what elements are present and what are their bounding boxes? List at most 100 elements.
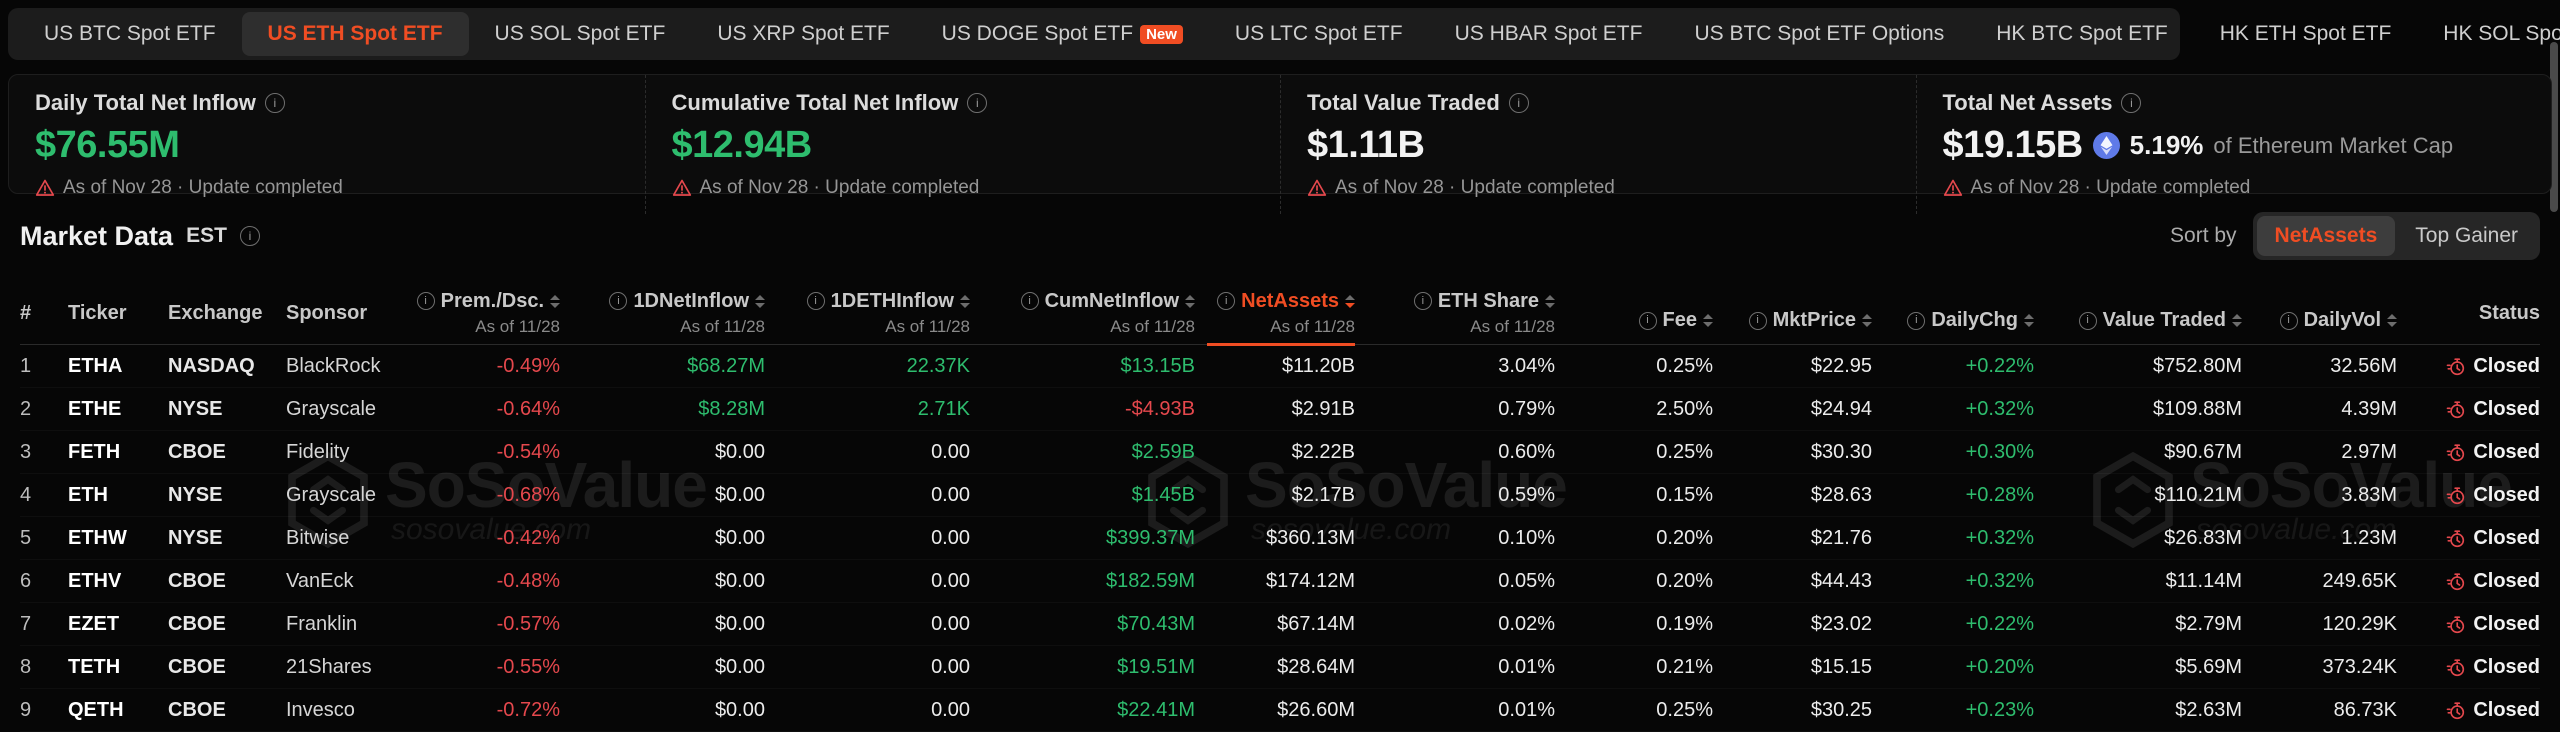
cell-d1_eth_inflow: 22.37K bbox=[765, 345, 970, 387]
tab-us-ltc-spot-etf[interactable]: US LTC Spot ETF bbox=[1209, 12, 1429, 56]
column-header-cum_net_inflow[interactable]: iCumNetInflowAs of 11/28 bbox=[970, 282, 1195, 344]
cell-value_traded: $109.88M bbox=[2034, 388, 2242, 430]
closed-clock-icon bbox=[2445, 571, 2466, 592]
cell-daily_chg: +0.22% bbox=[1872, 603, 2034, 645]
info-icon[interactable]: i bbox=[1217, 292, 1235, 310]
info-icon[interactable]: i bbox=[1749, 312, 1767, 330]
card-title: Total Net Assets bbox=[1943, 90, 2113, 116]
info-icon[interactable]: i bbox=[2280, 312, 2298, 330]
sort-carets-icon bbox=[2024, 314, 2034, 327]
cell-mkt_price: $24.94 bbox=[1713, 388, 1872, 430]
cell-daily_chg: +0.32% bbox=[1872, 517, 2034, 559]
table-row-qeth[interactable]: 9QETHCBOEInvesco-0.72%$0.000.00$22.41M$2… bbox=[20, 689, 2540, 732]
tab-label: US BTC Spot ETF Options bbox=[1694, 22, 1944, 46]
closed-clock-icon bbox=[2445, 528, 2466, 549]
cell-cum_net_inflow: $399.37M bbox=[970, 517, 1195, 559]
cell-value_traded: $11.14M bbox=[2034, 560, 2242, 602]
tab-us-eth-spot-etf[interactable]: US ETH Spot ETF bbox=[242, 12, 469, 56]
table-row-ethv[interactable]: 6ETHVCBOEVanEck-0.48%$0.000.00$182.59M$1… bbox=[20, 560, 2540, 603]
cell-fee: 0.25% bbox=[1555, 431, 1713, 473]
cell-status: Closed bbox=[2397, 345, 2540, 387]
sort-carets-icon bbox=[550, 295, 560, 308]
card-value: $76.55M bbox=[35, 124, 179, 167]
cell-daily_vol: 32.56M bbox=[2242, 345, 2397, 387]
cell-daily_vol: 3.83M bbox=[2242, 474, 2397, 516]
column-header-d1_eth_inflow[interactable]: i1DETHInflowAs of 11/28 bbox=[765, 282, 970, 344]
status-badge: Closed bbox=[2473, 527, 2540, 550]
sort-carets-icon bbox=[1185, 295, 1195, 308]
column-subtitle: As of 11/28 bbox=[1270, 317, 1355, 337]
warning-icon bbox=[1943, 178, 1963, 198]
section-title: Market Data bbox=[20, 221, 173, 252]
tab-hk-eth-spot-etf[interactable]: HK ETH Spot ETF bbox=[2194, 12, 2418, 56]
column-header-eth_share[interactable]: iETH ShareAs of 11/28 bbox=[1355, 282, 1555, 344]
column-header-num: # bbox=[20, 282, 68, 344]
cell-cum_net_inflow: $1.45B bbox=[970, 474, 1195, 516]
column-subtitle: As of 11/28 bbox=[885, 317, 970, 337]
cell-cum_net_inflow: $22.41M bbox=[970, 689, 1195, 731]
status-badge: Closed bbox=[2473, 398, 2540, 421]
tab-label: US LTC Spot ETF bbox=[1235, 22, 1403, 46]
sort-carets-icon bbox=[1545, 295, 1555, 308]
tab-us-sol-spot-etf[interactable]: US SOL Spot ETF bbox=[469, 12, 692, 56]
tab-us-doge-spot-etf[interactable]: US DOGE Spot ETFNew bbox=[916, 12, 1209, 56]
column-header-net_assets[interactable]: iNetAssetsAs of 11/28 bbox=[1195, 282, 1355, 344]
closed-clock-icon bbox=[2445, 399, 2466, 420]
info-icon[interactable]: i bbox=[417, 292, 435, 310]
info-icon[interactable]: i bbox=[1509, 93, 1529, 113]
cell-daily_vol: 1.23M bbox=[2242, 517, 2397, 559]
sort-option-top-gainer[interactable]: Top Gainer bbox=[2397, 216, 2536, 256]
cell-sponsor: VanEck bbox=[286, 560, 430, 602]
table-row-ezet[interactable]: 7EZETCBOEFranklin-0.57%$0.000.00$70.43M$… bbox=[20, 603, 2540, 646]
info-icon[interactable]: i bbox=[1907, 312, 1925, 330]
cell-ticker: TETH bbox=[68, 646, 168, 688]
info-icon[interactable]: i bbox=[1639, 312, 1657, 330]
tab-us-xrp-spot-etf[interactable]: US XRP Spot ETF bbox=[691, 12, 915, 56]
cell-daily_vol: 373.24K bbox=[2242, 646, 2397, 688]
column-header-value_traded[interactable]: iValue Traded bbox=[2034, 282, 2242, 344]
tab-hk-sol-spot-etf[interactable]: HK SOL Spot ETF bbox=[2417, 12, 2560, 56]
info-icon[interactable]: i bbox=[2079, 312, 2097, 330]
tab-us-btc-spot-etf-options[interactable]: US BTC Spot ETF Options bbox=[1668, 12, 1970, 56]
column-header-daily_chg[interactable]: iDailyChg bbox=[1872, 282, 2034, 344]
table-row-ethe[interactable]: 2ETHENYSEGrayscale-0.64%$8.28M2.71K-$4.9… bbox=[20, 388, 2540, 431]
info-icon[interactable]: i bbox=[807, 292, 825, 310]
status-badge: Closed bbox=[2473, 484, 2540, 507]
info-icon[interactable]: i bbox=[609, 292, 627, 310]
cell-prem: -0.54% bbox=[430, 431, 560, 473]
column-header-d1_net_inflow[interactable]: i1DNetInflowAs of 11/28 bbox=[560, 282, 765, 344]
etf-market-data-table: #TickerExchangeSponsoriPrem./Dsc.As of 1… bbox=[20, 282, 2540, 732]
table-row-ethw[interactable]: 5ETHWNYSEBitwise-0.42%$0.000.00$399.37M$… bbox=[20, 517, 2540, 560]
cell-ticker: EZET bbox=[68, 603, 168, 645]
page: SoSoValue sosovalue.com SoSoValue sosova… bbox=[0, 0, 2560, 724]
info-icon[interactable]: i bbox=[967, 93, 987, 113]
closed-clock-icon bbox=[2445, 614, 2466, 635]
table-row-etha[interactable]: 1ETHANASDAQBlackRock-0.49%$68.27M22.37K$… bbox=[20, 345, 2540, 388]
column-header-daily_vol[interactable]: iDailyVol bbox=[2242, 282, 2397, 344]
info-icon[interactable]: i bbox=[2121, 93, 2141, 113]
cell-d1_net_inflow: $0.00 bbox=[560, 431, 765, 473]
tab-us-btc-spot-etf[interactable]: US BTC Spot ETF bbox=[18, 12, 242, 56]
info-icon[interactable]: i bbox=[1414, 292, 1432, 310]
sort-option-netassets[interactable]: NetAssets bbox=[2257, 216, 2396, 256]
cell-sponsor: Invesco bbox=[286, 689, 430, 731]
sort-toggle-group: NetAssetsTop Gainer bbox=[2253, 212, 2540, 260]
column-header-mkt_price[interactable]: iMktPrice bbox=[1713, 282, 1872, 344]
table-row-feth[interactable]: 3FETHCBOEFidelity-0.54%$0.000.00$2.59B$2… bbox=[20, 431, 2540, 474]
column-header-ticker: Ticker bbox=[68, 282, 168, 344]
cell-cum_net_inflow: $13.15B bbox=[970, 345, 1195, 387]
info-icon[interactable]: i bbox=[1021, 292, 1039, 310]
column-label: Prem./Dsc. bbox=[441, 290, 544, 313]
timezone-label: EST bbox=[186, 224, 227, 248]
tab-us-hbar-spot-etf[interactable]: US HBAR Spot ETF bbox=[1429, 12, 1669, 56]
table-row-teth[interactable]: 8TETHCBOE21Shares-0.55%$0.000.00$19.51M$… bbox=[20, 646, 2540, 689]
column-header-prem[interactable]: iPrem./Dsc.As of 11/28 bbox=[430, 282, 560, 344]
etf-category-tab-bar: US BTC Spot ETFUS ETH Spot ETFUS SOL Spo… bbox=[8, 8, 2180, 60]
column-header-fee[interactable]: iFee bbox=[1555, 282, 1713, 344]
info-icon[interactable]: i bbox=[240, 226, 260, 246]
cell-daily_chg: +0.32% bbox=[1872, 560, 2034, 602]
info-icon[interactable]: i bbox=[265, 93, 285, 113]
cell-num: 5 bbox=[20, 517, 68, 559]
tab-hk-btc-spot-etf[interactable]: HK BTC Spot ETF bbox=[1970, 12, 2194, 56]
table-row-eth[interactable]: 4ETHNYSEGrayscale-0.68%$0.000.00$1.45B$2… bbox=[20, 474, 2540, 517]
